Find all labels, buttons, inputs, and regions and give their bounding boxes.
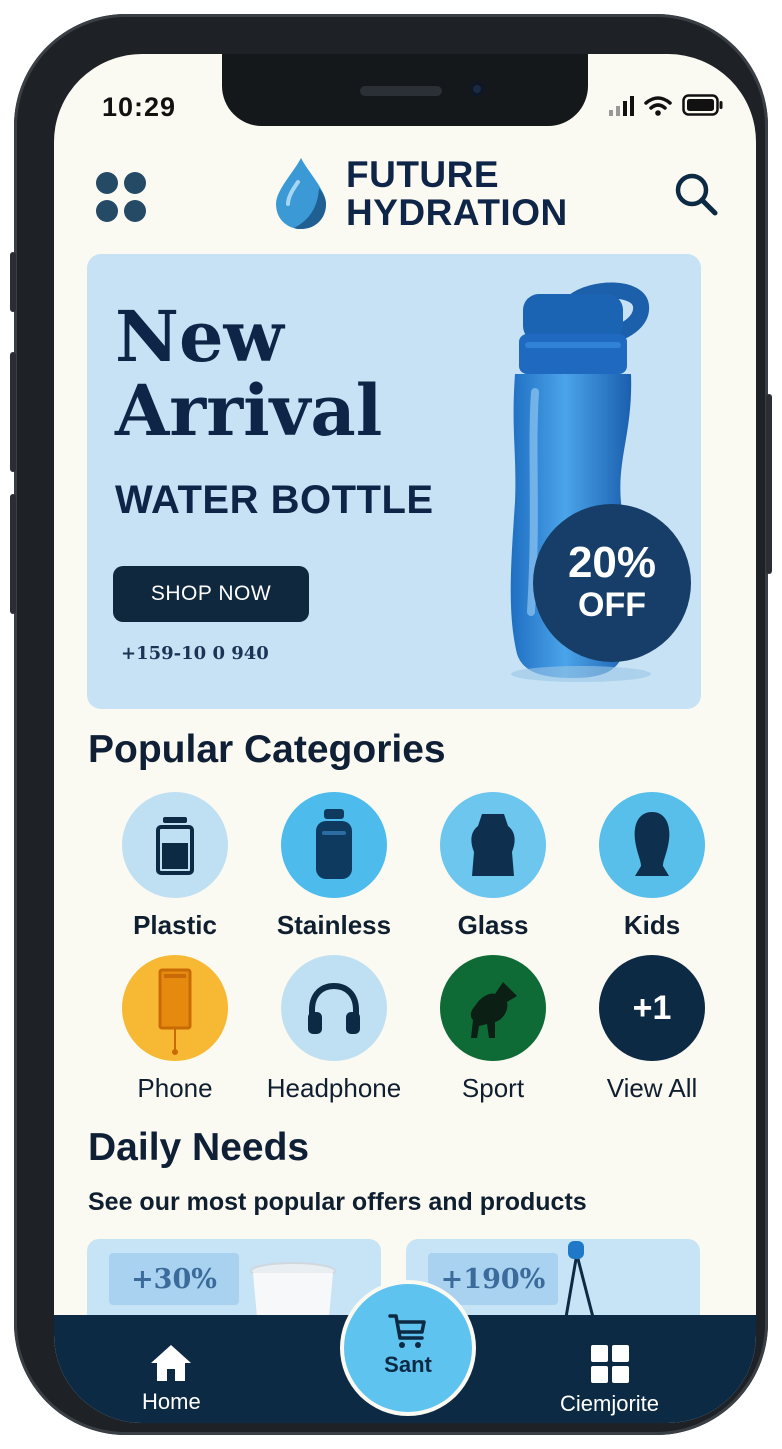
brand-line1: FUTURE — [346, 154, 500, 195]
discount-badge: 20% OFF — [533, 504, 691, 662]
signal-icon — [609, 96, 634, 116]
hero-subtitle: WATER BOTTLE — [115, 478, 434, 522]
home-icon — [151, 1345, 192, 1381]
power-button — [766, 394, 772, 574]
headphone-icon — [308, 982, 360, 1034]
sport-circle — [440, 955, 546, 1061]
phone-frame: 10:29 FUTURE HYDRATION New Arrival WATER… — [10, 14, 772, 1435]
status-icons — [608, 94, 724, 116]
stainless-bottle-icon — [316, 809, 352, 879]
hero-title-line2: Arrival — [115, 369, 383, 452]
kids-circle — [599, 792, 705, 898]
category-plastic[interactable]: Plastic — [100, 792, 250, 941]
speaker — [360, 86, 442, 96]
category-sport[interactable]: Sport — [418, 955, 568, 1104]
phone-circle — [122, 955, 228, 1061]
menu-dot — [124, 200, 146, 222]
stainless-circle — [281, 792, 387, 898]
menu-icon[interactable] — [96, 172, 146, 222]
category-label: Phone — [137, 1073, 213, 1103]
battery-icon — [682, 94, 723, 116]
search-icon[interactable] — [672, 170, 720, 218]
daily-needs-title: Daily Needs — [88, 1126, 310, 1169]
plastic-circle — [122, 792, 228, 898]
status-time: 10:29 — [102, 92, 177, 122]
water-drop-logo-icon — [276, 158, 326, 229]
wifi-icon — [644, 96, 672, 116]
category-label: Stainless — [276, 910, 392, 940]
volume-down-button — [10, 494, 16, 614]
headphone-circle — [281, 955, 387, 1061]
phone-icon — [158, 968, 192, 1055]
category-label: Headphone — [266, 1073, 402, 1103]
screen: 10:29 FUTURE HYDRATION New Arrival WATER… — [54, 54, 756, 1423]
brand-name: FUTURE HYDRATION — [346, 156, 568, 232]
mute-switch — [10, 252, 16, 312]
hero-phone-number: +159-10 0 940 — [121, 643, 269, 664]
category-kids[interactable]: Kids — [577, 792, 727, 941]
nav-cart-label: Sant — [384, 1352, 432, 1377]
discount-percent: 20% — [567, 538, 657, 587]
popular-categories-title: Popular Categories — [88, 728, 446, 771]
nav-favorite-label: Ciemjorite — [560, 1391, 660, 1416]
category-phone[interactable]: Phone — [100, 955, 250, 1104]
brand-line2: HYDRATION — [346, 192, 568, 233]
grid-icon — [590, 1345, 629, 1383]
volume-up-button — [10, 352, 16, 472]
app-header: FUTURE HYDRATION — [54, 154, 756, 244]
shop-now-button[interactable]: SHOP NOW — [113, 566, 309, 622]
category-label: Plastic — [133, 910, 217, 940]
category-headphone[interactable]: Headphone — [259, 955, 409, 1104]
category-stainless[interactable]: Stainless — [259, 792, 409, 941]
daily-needs-subtitle: See our most popular offers and products — [88, 1188, 587, 1216]
hero-title: New Arrival — [115, 300, 382, 448]
menu-dot — [124, 172, 146, 194]
discount-off: OFF — [578, 586, 646, 624]
kids-bottle-icon — [634, 812, 670, 876]
glass-bottle-icon — [471, 814, 515, 876]
category-label: Kids — [623, 910, 681, 940]
nav-home[interactable]: Home — [142, 1343, 201, 1415]
sport-icon — [470, 982, 517, 1038]
notch — [222, 54, 588, 126]
category-label: Sport — [461, 1073, 525, 1103]
glass-circle — [440, 792, 546, 898]
cart-icon — [388, 1314, 426, 1348]
menu-dot — [96, 172, 118, 194]
category-glass[interactable]: Glass — [418, 792, 568, 941]
nav-favorite[interactable]: Ciemjorite — [560, 1343, 659, 1417]
view-all-badge: +1 — [632, 988, 672, 1027]
nav-cart-button[interactable]: Sant — [344, 1284, 472, 1412]
category-label: View All — [606, 1073, 698, 1103]
plastic-bottle-icon — [156, 817, 194, 875]
menu-dot — [96, 200, 118, 222]
offer-badge: +30% — [109, 1253, 239, 1305]
hero-title-line1: New — [115, 295, 284, 378]
category-label: Glass — [457, 910, 529, 940]
hero-banner[interactable]: New Arrival WATER BOTTLE SHOP NOW +159-1… — [87, 254, 701, 709]
view-all-icon: +1 — [599, 955, 705, 1061]
front-camera — [470, 82, 484, 96]
category-view-all[interactable]: +1 View All — [577, 955, 727, 1104]
nav-home-label: Home — [142, 1389, 201, 1414]
